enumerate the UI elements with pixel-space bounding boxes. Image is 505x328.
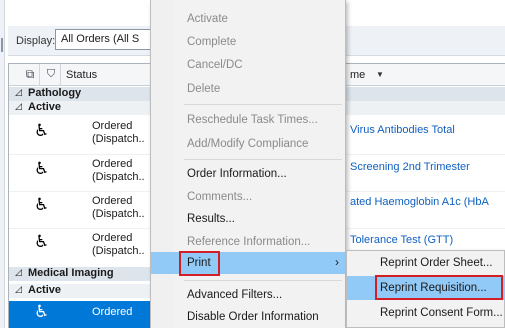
menu-item-advanced-filters[interactable]: Advanced Filters...	[151, 284, 345, 306]
print-annotation-box	[179, 251, 220, 276]
menu-separator	[184, 280, 342, 281]
menu-item-cancel-dc[interactable]: Cancel/DC	[151, 54, 345, 76]
column-header-status[interactable]: Status	[66, 69, 97, 81]
column-header-name[interactable]: me	[350, 69, 365, 81]
menu-item-reschedule-task-times[interactable]: Reschedule Task Times...	[151, 109, 345, 131]
menu-separator	[184, 159, 342, 160]
menu-item-add-modify-compliance[interactable]: Add/Modify Compliance	[151, 133, 345, 155]
wheelchair-icon: ♿	[34, 302, 50, 321]
header-separator	[39, 64, 40, 86]
wheelchair-icon: ♿	[34, 195, 50, 214]
display-filter-select[interactable]: All Orders (All S	[55, 29, 165, 50]
order-status: Ordered	[92, 306, 133, 318]
display-label: Display:	[16, 35, 56, 47]
menu-item-disable-order-information[interactable]: Disable Order Information	[151, 306, 345, 328]
order-status: Ordered (Dispatch..	[92, 158, 145, 183]
submenu-item-reprint-order-sheet[interactable]: Reprint Order Sheet...	[347, 251, 505, 275]
order-name-link[interactable]: ated Haemoglobin A1c (HbA	[350, 196, 489, 208]
menu-item-complete[interactable]: Complete	[151, 31, 345, 53]
submenu-chevron-icon: ›	[335, 255, 339, 269]
menu-separator	[184, 104, 342, 105]
menu-item-activate[interactable]: Activate	[151, 8, 345, 30]
notes-column-icon[interactable]: ⧉	[23, 66, 37, 82]
order-name-link[interactable]: Tolerance Test (GTT)	[350, 234, 453, 246]
menu-item-delete[interactable]: Delete	[151, 78, 345, 100]
wheelchair-icon: ♿	[34, 121, 50, 140]
order-status: Ordered (Dispatch..	[92, 120, 145, 145]
menu-item-order-information[interactable]: Order Information...	[151, 163, 345, 185]
group-label: Pathology	[28, 87, 82, 99]
reprint-requisition-annotation-box	[375, 275, 503, 300]
collapse-icon[interactable]: ◿	[15, 267, 22, 278]
order-name-link[interactable]: Virus Antibodies Total	[350, 124, 455, 136]
group-label: Medical Imaging	[28, 267, 114, 279]
subgroup-label: Active	[28, 284, 62, 296]
wheelchair-icon: ♿	[34, 159, 50, 178]
wheelchair-icon: ♿	[34, 232, 50, 251]
splitter-handle[interactable]	[1, 38, 3, 52]
order-status: Ordered (Dispatch..	[92, 232, 145, 257]
subgroup-label: Active	[28, 101, 62, 113]
sort-descending-icon[interactable]: ▼	[376, 70, 384, 79]
window-left-edge	[0, 0, 5, 328]
menu-item-results[interactable]: Results...	[151, 208, 345, 230]
filter-column-icon[interactable]: ⛉	[44, 66, 58, 82]
menu-item-comments[interactable]: Comments...	[151, 186, 345, 208]
submenu-item-reprint-consent-form[interactable]: Reprint Consent Form...	[347, 301, 505, 325]
menu-item-reference-information[interactable]: Reference Information...	[151, 231, 345, 253]
header-separator	[60, 64, 61, 86]
order-status: Ordered (Dispatch..	[92, 195, 145, 220]
collapse-icon[interactable]: ◿	[15, 101, 22, 112]
collapse-icon[interactable]: ◿	[15, 87, 22, 98]
order-name-link[interactable]: Screening 2nd Trimester	[350, 161, 470, 173]
collapse-icon[interactable]: ◿	[15, 284, 22, 295]
